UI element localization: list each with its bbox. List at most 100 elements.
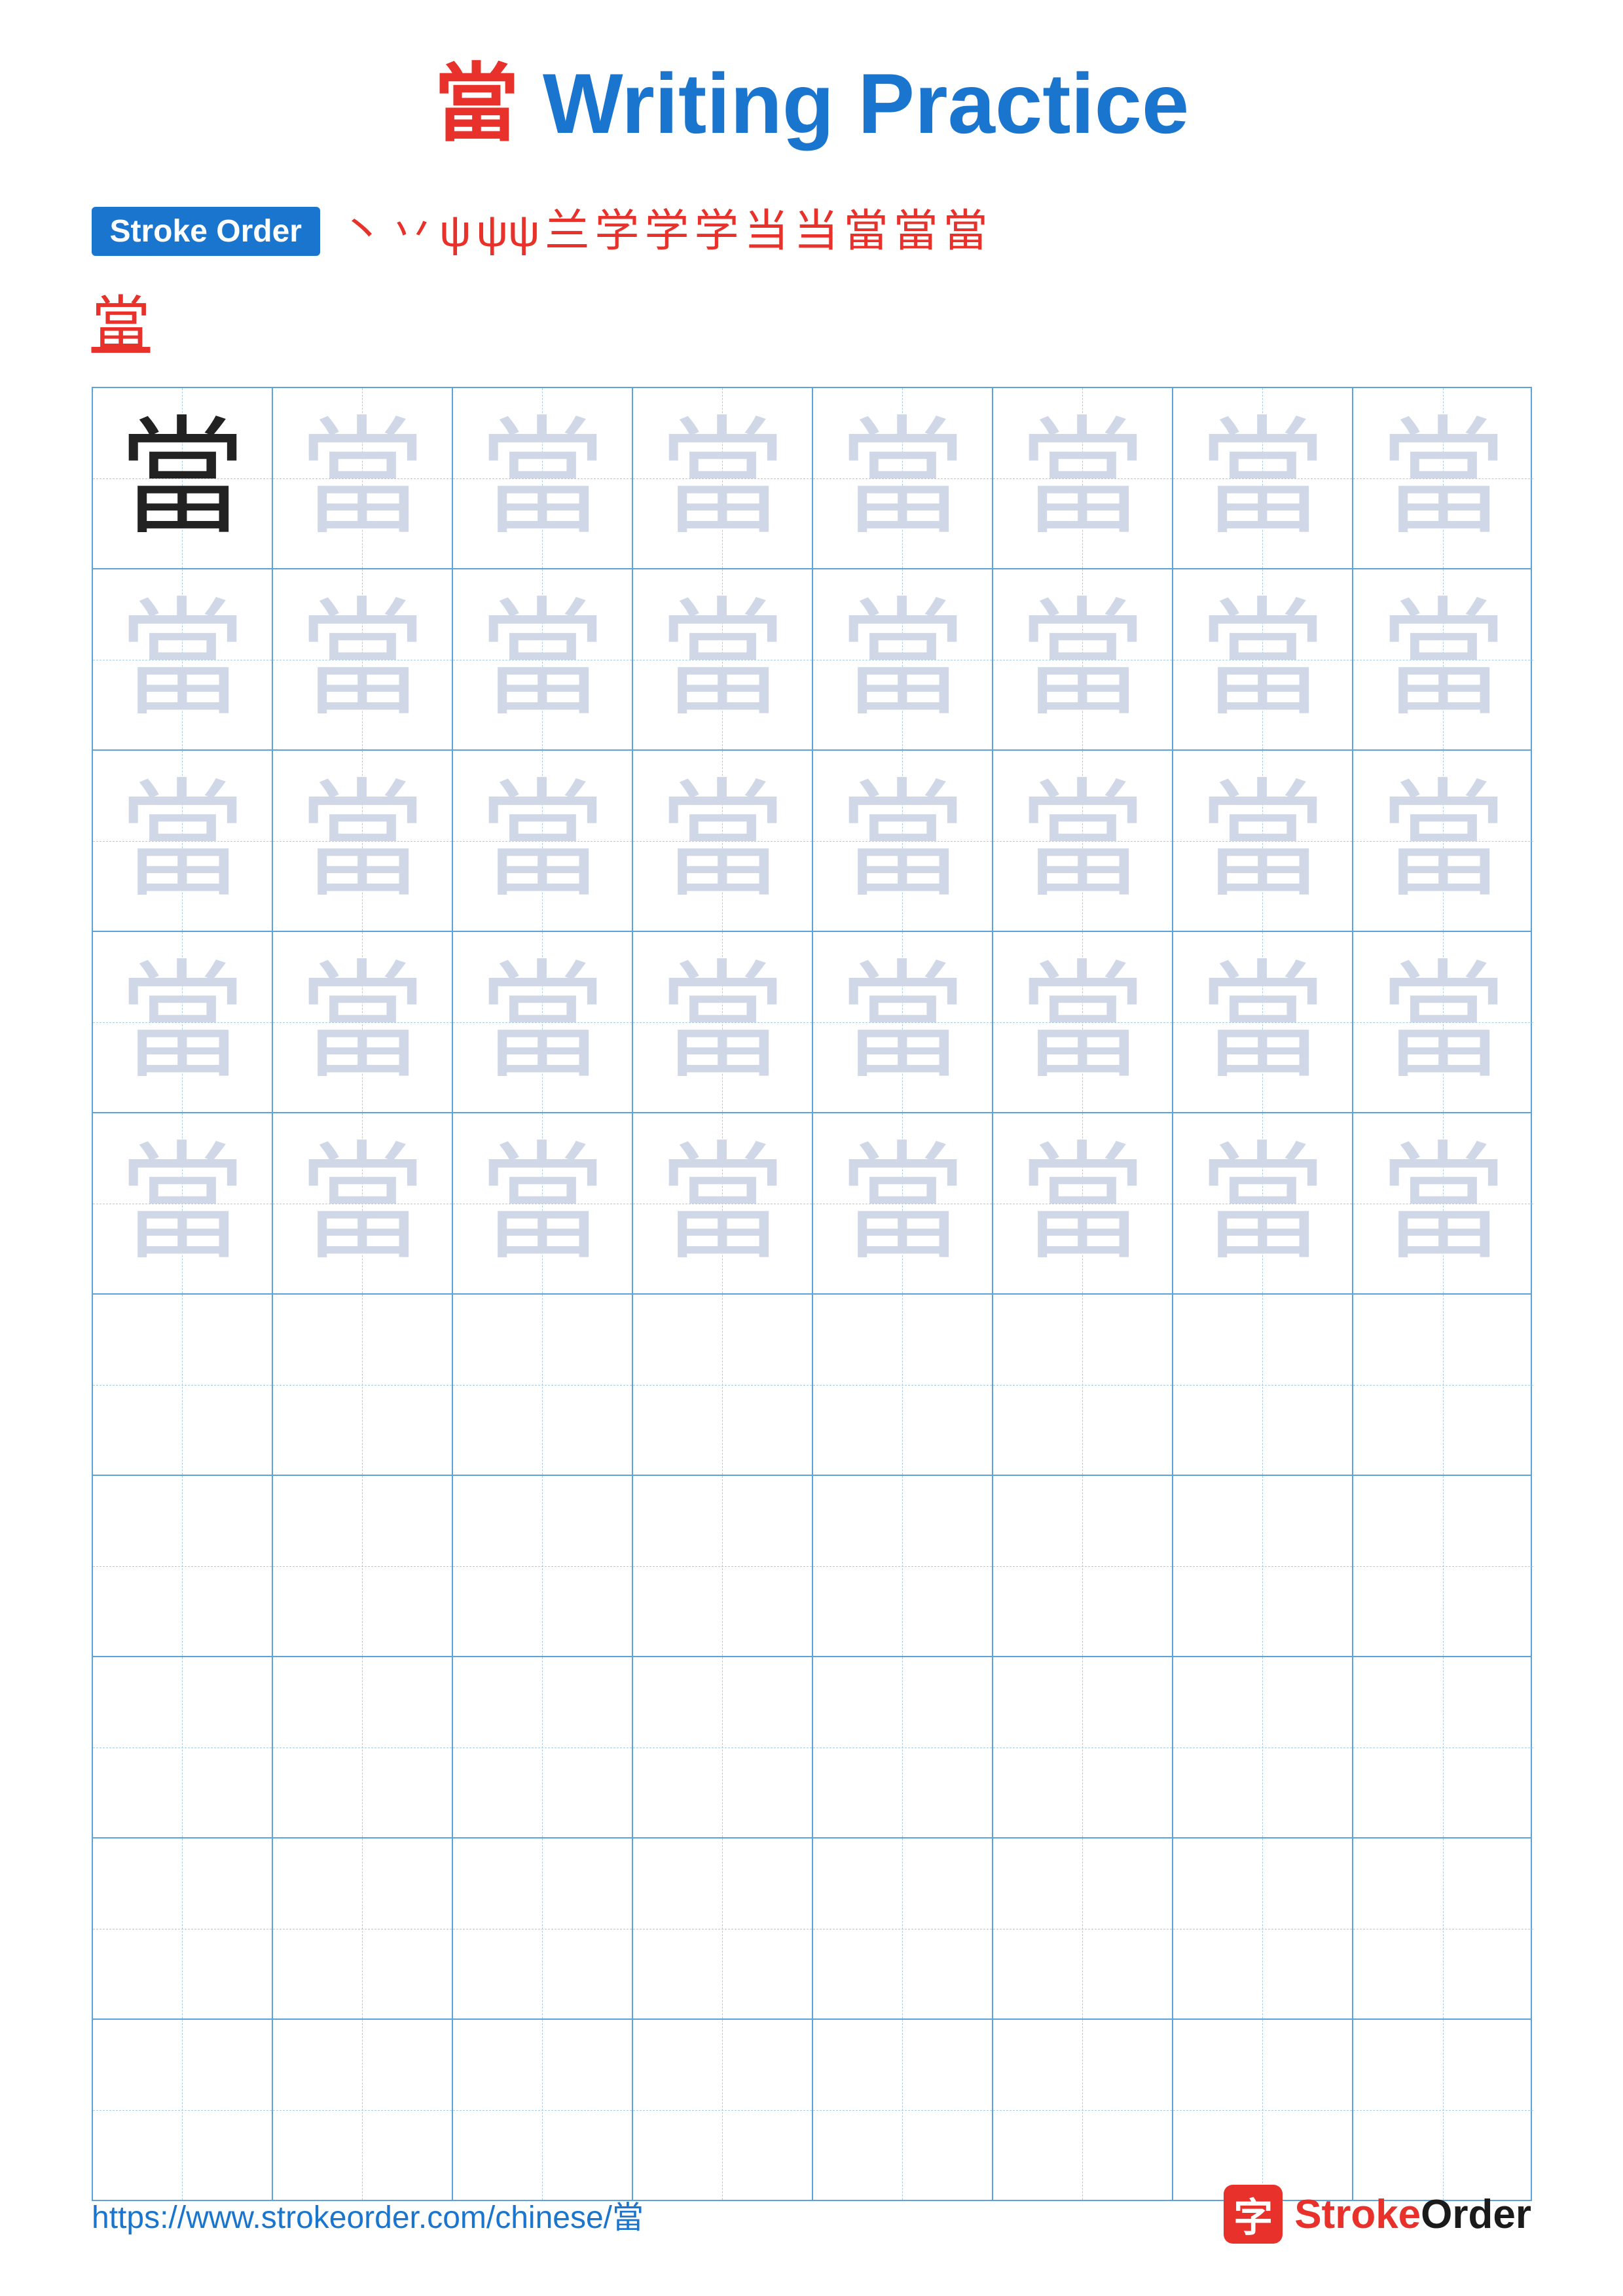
grid-cell-empty[interactable] <box>273 1476 453 1656</box>
grid-cell[interactable]: 當 <box>93 1113 273 1293</box>
practice-char-light: 當 <box>479 414 606 542</box>
grid-cell-empty[interactable] <box>993 1839 1173 2018</box>
grid-cell-empty[interactable] <box>1173 2020 1353 2200</box>
practice-char-light: 當 <box>659 777 786 905</box>
practice-grid: 當 當 當 當 當 當 當 當 當 當 當 當 當 當 當 當 當 當 當 當 … <box>92 387 1532 2201</box>
grid-cell[interactable]: 當 <box>1173 388 1353 568</box>
grid-cell[interactable]: 當 <box>1173 751 1353 931</box>
grid-cell-empty[interactable] <box>1353 1839 1533 2018</box>
grid-cell[interactable]: 當 <box>93 569 273 749</box>
grid-cell[interactable]: 當 <box>453 569 633 749</box>
grid-cell[interactable]: 當 <box>813 751 993 931</box>
grid-cell-empty[interactable] <box>93 1839 273 2018</box>
grid-cell-empty[interactable] <box>453 1839 633 2018</box>
grid-cell-empty[interactable] <box>273 2020 453 2200</box>
practice-char-light: 當 <box>659 958 786 1086</box>
grid-cell[interactable]: 當 <box>273 932 453 1112</box>
grid-cell[interactable]: 當 <box>273 388 453 568</box>
grid-cell[interactable]: 當 <box>273 1113 453 1293</box>
grid-cell-empty[interactable] <box>273 1295 453 1475</box>
grid-cell[interactable]: 當 <box>633 1113 813 1293</box>
grid-cell[interactable]: 當 <box>813 1113 993 1293</box>
grid-cell[interactable]: 當 <box>453 388 633 568</box>
grid-row-empty <box>93 1839 1531 2020</box>
practice-char-light: 當 <box>1379 1139 1507 1267</box>
grid-cell-empty[interactable] <box>813 1839 993 2018</box>
grid-cell[interactable]: 當 <box>1353 569 1533 749</box>
grid-cell-empty[interactable] <box>813 1476 993 1656</box>
grid-cell[interactable]: 當 <box>813 569 993 749</box>
grid-cell-empty[interactable] <box>453 1476 633 1656</box>
footer-url[interactable]: https://www.strokeorder.com/chinese/當 <box>92 2191 644 2237</box>
grid-cell[interactable]: 當 <box>993 932 1173 1112</box>
grid-cell[interactable]: 當 <box>453 1113 633 1293</box>
grid-cell-empty[interactable] <box>453 1295 633 1475</box>
grid-cell-empty[interactable] <box>453 1657 633 1837</box>
grid-cell[interactable]: 當 <box>273 751 453 931</box>
grid-cell-empty[interactable] <box>993 2020 1173 2200</box>
practice-char-light: 當 <box>1379 414 1507 542</box>
logo-text-order: Order <box>1421 2192 1531 2237</box>
grid-cell[interactable]: 當 <box>1173 932 1353 1112</box>
grid-cell[interactable]: 當 <box>993 1113 1173 1293</box>
grid-cell-empty[interactable] <box>633 1476 813 1656</box>
grid-cell-empty[interactable] <box>93 1295 273 1475</box>
grid-cell[interactable]: 當 <box>813 388 993 568</box>
grid-cell[interactable]: 當 <box>273 569 453 749</box>
grid-cell-empty[interactable] <box>93 1476 273 1656</box>
grid-cell-empty[interactable] <box>993 1295 1173 1475</box>
grid-cell[interactable]: 當 <box>813 932 993 1112</box>
grid-cell[interactable]: 當 <box>633 751 813 931</box>
grid-cell[interactable]: 當 <box>1353 388 1533 568</box>
grid-cell-empty[interactable] <box>633 2020 813 2200</box>
grid-row: 當 當 當 當 當 當 當 當 <box>93 1113 1531 1295</box>
grid-cell[interactable]: 當 <box>993 388 1173 568</box>
grid-cell-empty[interactable] <box>453 2020 633 2200</box>
stroke-step-9: 当 <box>744 207 788 256</box>
grid-cell[interactable]: 當 <box>453 932 633 1112</box>
grid-cell-empty[interactable] <box>633 1657 813 1837</box>
grid-cell-empty[interactable] <box>813 1657 993 1837</box>
grid-cell[interactable]: 當 <box>633 388 813 568</box>
practice-char-light: 當 <box>299 596 426 723</box>
grid-row-empty <box>93 1295 1531 1476</box>
grid-cell[interactable]: 當 <box>993 569 1173 749</box>
logo-text: StrokeOrder <box>1294 2191 1531 2238</box>
grid-cell[interactable]: 當 <box>1173 1113 1353 1293</box>
grid-cell[interactable]: 當 <box>1353 932 1533 1112</box>
grid-cell-empty[interactable] <box>273 1839 453 2018</box>
practice-char-light: 當 <box>1199 1139 1326 1267</box>
grid-cell-empty[interactable] <box>273 1657 453 1837</box>
grid-cell[interactable]: 當 <box>1353 1113 1533 1293</box>
grid-cell-empty[interactable] <box>1173 1476 1353 1656</box>
grid-cell-empty[interactable] <box>93 1657 273 1837</box>
grid-cell-empty[interactable] <box>1353 1657 1533 1837</box>
practice-char-light: 當 <box>659 596 786 723</box>
grid-cell-empty[interactable] <box>813 1295 993 1475</box>
grid-cell-empty[interactable] <box>993 1657 1173 1837</box>
grid-cell[interactable]: 當 <box>633 569 813 749</box>
grid-cell[interactable]: 當 <box>633 932 813 1112</box>
grid-cell-empty[interactable] <box>1353 1476 1533 1656</box>
grid-cell-empty[interactable] <box>1173 1295 1353 1475</box>
grid-cell-empty[interactable] <box>93 2020 273 2200</box>
grid-cell-empty[interactable] <box>633 1295 813 1475</box>
grid-cell-empty[interactable] <box>633 1839 813 2018</box>
grid-cell[interactable]: 當 <box>93 932 273 1112</box>
stroke-sequence: 丶 丷 ψ ψψ 兰 学 学 学 当 当 當 當 當 <box>340 207 988 256</box>
stroke-step-8: 学 <box>694 207 739 256</box>
grid-cell-empty[interactable] <box>1173 1839 1353 2018</box>
stroke-step-5: 兰 <box>545 207 589 256</box>
stroke-step-10: 当 <box>793 207 838 256</box>
grid-cell[interactable]: 當 <box>1353 751 1533 931</box>
grid-cell[interactable]: 當 <box>993 751 1173 931</box>
grid-cell[interactable]: 當 <box>453 751 633 931</box>
grid-cell-empty[interactable] <box>1353 2020 1533 2200</box>
grid-cell-empty[interactable] <box>993 1476 1173 1656</box>
grid-cell-empty[interactable] <box>813 2020 993 2200</box>
grid-cell[interactable]: 當 <box>93 388 273 568</box>
grid-cell[interactable]: 當 <box>1173 569 1353 749</box>
grid-cell-empty[interactable] <box>1173 1657 1353 1837</box>
grid-cell[interactable]: 當 <box>93 751 273 931</box>
grid-cell-empty[interactable] <box>1353 1295 1533 1475</box>
